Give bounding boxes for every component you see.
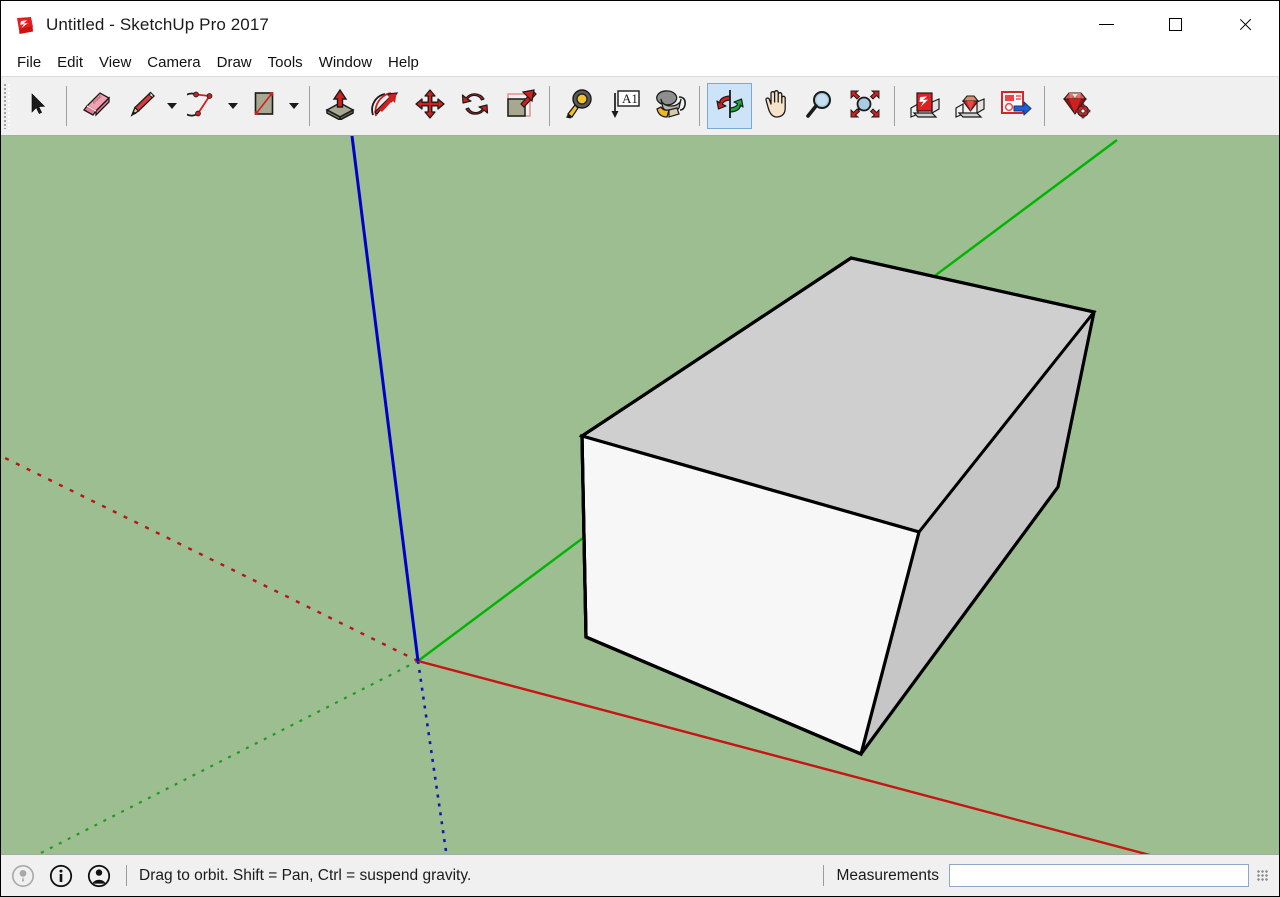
warehouse-models-icon — [908, 88, 942, 125]
menu-item-camera[interactable]: Camera — [139, 51, 208, 74]
svg-text:A1: A1 — [622, 91, 638, 106]
eraser-icon: erase — [80, 89, 114, 124]
status-bar: Drag to orbit. Shift = Pan, Ctrl = suspe… — [1, 854, 1279, 896]
ruby-gem-gear-icon — [1058, 88, 1092, 125]
maximize-icon — [1169, 18, 1182, 31]
model-viewport[interactable] — [1, 136, 1279, 854]
window-title: Untitled - SketchUp Pro 2017 — [46, 15, 269, 35]
account-circle-icon[interactable] — [84, 861, 114, 891]
info-circle-icon[interactable] — [46, 861, 76, 891]
pan-tool[interactable] — [752, 83, 797, 129]
move-tool[interactable] — [407, 83, 452, 129]
measurements-label: Measurements — [836, 867, 939, 885]
toolbar-separator — [699, 86, 700, 126]
rectangle-tool[interactable] — [241, 83, 286, 129]
toolbar-separator — [66, 86, 67, 126]
magnifier-icon — [804, 88, 836, 125]
share-component-button[interactable] — [992, 83, 1037, 129]
layout-send-icon — [998, 88, 1032, 125]
hand-pan-icon — [759, 88, 791, 125]
viewport-canvas[interactable] — [1, 136, 1279, 854]
minimize-icon — [1099, 24, 1114, 25]
menu-item-window[interactable]: Window — [311, 51, 380, 74]
menu-item-view[interactable]: View — [91, 51, 139, 74]
title-bar-left: Untitled - SketchUp Pro 2017 — [1, 14, 269, 36]
follow-me-tool[interactable] — [362, 83, 407, 129]
status-bar-icons — [1, 861, 114, 891]
rotate-arrows-icon — [459, 88, 491, 125]
push-pull-icon — [323, 88, 357, 125]
zoom-tool[interactable] — [797, 83, 842, 129]
rotate-tool[interactable] — [452, 83, 497, 129]
arc-tool[interactable] — [180, 83, 225, 129]
rectangle-icon — [248, 88, 280, 125]
resize-grip-icon[interactable] — [1256, 869, 1269, 882]
menu-item-file[interactable]: File — [9, 51, 49, 74]
measurements-divider — [823, 865, 824, 886]
close-icon — [1237, 17, 1252, 32]
menu-item-tools[interactable]: Tools — [260, 51, 311, 74]
ruby-console-button[interactable] — [1052, 83, 1097, 129]
paint-bucket-icon — [653, 88, 687, 125]
measurements-input[interactable] — [949, 864, 1249, 887]
pencil-icon — [126, 88, 158, 125]
chevron-down-icon — [228, 103, 238, 109]
toolbar-separator — [1044, 86, 1045, 126]
sketchup-logo-icon — [14, 14, 36, 36]
cursor-arrow-icon — [22, 89, 52, 124]
toolbar-separator — [549, 86, 550, 126]
menu-item-help[interactable]: Help — [380, 51, 427, 74]
orbit-icon — [714, 88, 746, 125]
sketchup-window: Untitled - SketchUp Pro 2017 File Edit V… — [0, 0, 1280, 897]
maximize-button[interactable] — [1141, 1, 1210, 48]
title-bar: Untitled - SketchUp Pro 2017 — [1, 1, 1279, 48]
toolbar-separator — [894, 86, 895, 126]
zoom-extents-tool[interactable] — [842, 83, 887, 129]
move-arrows-icon — [414, 88, 446, 125]
window-controls — [1072, 1, 1279, 48]
toolbar-drag-handle[interactable] — [3, 83, 12, 129]
line-tool-dropdown[interactable] — [164, 83, 180, 129]
minimize-button[interactable] — [1072, 1, 1141, 48]
toolbar-separator — [309, 86, 310, 126]
text-tool[interactable]: A1 — [602, 83, 647, 129]
measurements-area: Measurements — [811, 855, 1269, 896]
text-a1-icon: A1 — [609, 88, 641, 125]
line-tool[interactable] — [119, 83, 164, 129]
chevron-down-icon — [289, 103, 299, 109]
status-bar-divider — [126, 865, 127, 886]
menu-item-edit[interactable]: Edit — [49, 51, 91, 74]
warehouse-extensions-icon — [953, 88, 987, 125]
menu-item-draw[interactable]: Draw — [209, 51, 260, 74]
hint-bulb-icon[interactable] — [8, 861, 38, 891]
arc-icon — [187, 88, 219, 125]
share-model-button[interactable] — [947, 83, 992, 129]
orbit-tool[interactable] — [707, 83, 752, 129]
status-message: Drag to orbit. Shift = Pan, Ctrl = suspe… — [139, 867, 471, 885]
main-toolbar: erase — [1, 76, 1279, 136]
tape-measure-tool[interactable] — [557, 83, 602, 129]
tape-measure-icon — [564, 88, 596, 125]
get-models-button[interactable] — [902, 83, 947, 129]
close-button[interactable] — [1210, 1, 1279, 48]
zoom-extents-icon — [848, 88, 882, 125]
eraser-tool[interactable]: erase — [74, 83, 119, 129]
follow-me-icon — [368, 88, 402, 125]
paint-bucket-tool[interactable] — [647, 83, 692, 129]
scale-icon — [503, 88, 537, 125]
rectangle-tool-dropdown[interactable] — [286, 83, 302, 129]
push-pull-tool[interactable] — [317, 83, 362, 129]
scale-tool[interactable] — [497, 83, 542, 129]
arc-tool-dropdown[interactable] — [225, 83, 241, 129]
menu-bar: File Edit View Camera Draw Tools Window … — [1, 48, 1279, 76]
chevron-down-icon — [167, 103, 177, 109]
select-tool[interactable] — [14, 83, 59, 129]
